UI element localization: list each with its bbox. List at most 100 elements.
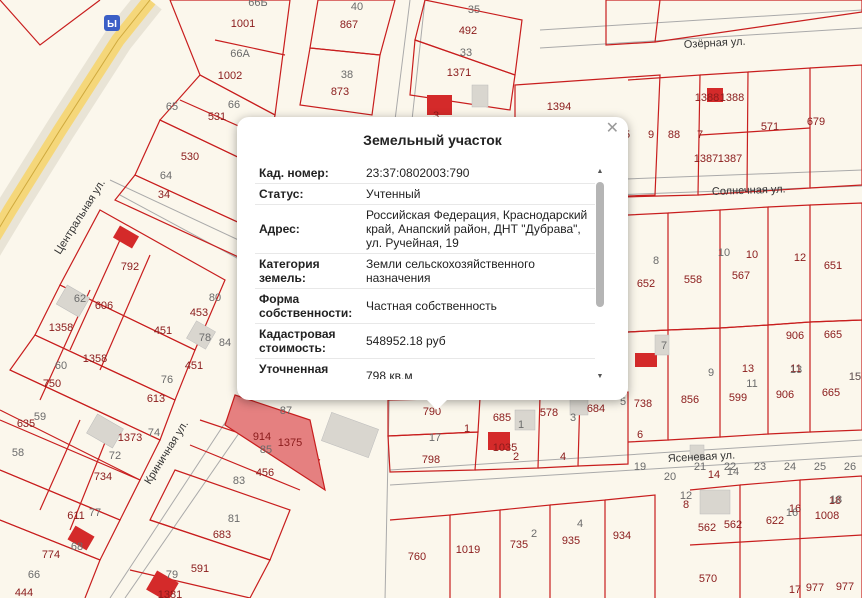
plot-number-label: 492 (459, 25, 477, 37)
plot-number-label: 10 (746, 249, 758, 261)
house-number-label: 62 (74, 293, 86, 305)
plot-number-label: 635 (17, 418, 35, 430)
plot-number-label: 1008 (815, 510, 839, 522)
plot-number-label: 1373 (118, 432, 142, 444)
house-number-label: 2 (531, 528, 537, 540)
info-key: Уточненная площадь: (259, 362, 329, 379)
plot-number-label: 914 (253, 431, 271, 443)
house-number-label: 81 (228, 513, 240, 525)
info-row-land-category: Категория земель: Земли сельскохозяйстве… (255, 254, 595, 289)
parcel-info-popup: ✕ Земельный участок Кад. номер: 23:37:08… (237, 117, 628, 410)
plot-number-label: 798 (422, 454, 440, 466)
plot-number-label: 774 (42, 549, 60, 561)
plot-number-label: 613 (147, 393, 165, 405)
house-number-label: 58 (12, 447, 24, 459)
plot-number-label: 1371 (447, 67, 471, 79)
plot-number-label: 451 (154, 325, 172, 337)
house-number-label: 74 (148, 427, 160, 439)
plot-number-label: 1358 (49, 322, 73, 334)
info-row-cadastral-value: Кадастровая стоимость: 548952.18 руб (255, 324, 595, 359)
plot-number-label: 1019 (456, 544, 480, 556)
plot-number-label: 977 (806, 582, 824, 594)
plot-number-label: 684 (587, 403, 605, 415)
house-number-label: 66 (228, 99, 240, 111)
svg-text:Ы: Ы (107, 19, 117, 30)
popup-scrollbar[interactable]: ▲ ▼ (596, 168, 604, 381)
plot-number-label: 562 (698, 522, 716, 534)
house-number-label: 33 (460, 47, 472, 59)
bus-stop-icon[interactable]: Ы (104, 15, 120, 31)
plot-number-label: 34 (158, 189, 170, 201)
house-number-label: 40 (351, 1, 363, 13)
house-number-label: 79 (166, 569, 178, 581)
house-number-label: 3 (570, 412, 576, 424)
info-key: Кадастровая стоимость: (259, 327, 336, 355)
plot-number-label: 652 (637, 278, 655, 290)
plot-number-label: 606 (95, 300, 113, 312)
scroll-down-icon[interactable]: ▼ (596, 373, 604, 381)
scroll-up-icon[interactable]: ▲ (596, 168, 604, 176)
plot-number-label: 562 (724, 519, 742, 531)
house-number-label: 60 (55, 360, 67, 372)
house-number-label: 66 (28, 569, 40, 581)
plot-number-label: 456 (256, 467, 274, 479)
info-value: 548952.18 руб (366, 334, 446, 348)
plot-number-label: 9 (648, 129, 654, 141)
house-number-label: 9 (708, 367, 714, 379)
plot-number-label: 578 (540, 407, 558, 419)
house-number-label: 15 (849, 371, 861, 383)
plot-number-label: 444 (15, 587, 33, 598)
scroll-thumb[interactable] (596, 182, 604, 307)
plot-number-label: 679 (807, 116, 825, 128)
house-number-label: 66Б (248, 0, 267, 9)
info-key: Форма собственности: (259, 292, 353, 320)
plot-number-label: 1 (464, 423, 470, 435)
plot-number-label: 6 (637, 429, 643, 441)
plot-number-label: 531 (208, 111, 226, 123)
house-number-label: 78 (199, 332, 211, 344)
plot-number-label: 1375 (278, 437, 302, 449)
plot-number-label: 792 (121, 261, 139, 273)
house-number-label: 59 (34, 411, 46, 423)
house-number-label: 24 (784, 461, 796, 473)
plot-number-label: 451 (185, 360, 203, 372)
house-number-label: 18 (830, 494, 842, 506)
info-value: 798 кв.м (366, 369, 413, 379)
plot-number-label: 88 (668, 129, 680, 141)
plot-number-label: 856 (681, 394, 699, 406)
plot-number-label: 738 (634, 398, 652, 410)
plot-number-label: 867 (340, 19, 358, 31)
plot-number-label: 934 (613, 530, 631, 542)
plot-number-label: 14 (708, 469, 720, 481)
plot-number-label: 685 (493, 412, 511, 424)
house-number-label: 83 (233, 475, 245, 487)
house-number-label: 66А (230, 48, 250, 60)
plot-number-label: 906 (786, 330, 804, 342)
house-number-label: 21 (694, 461, 706, 473)
plot-number-label: 570 (699, 573, 717, 585)
plot-number-label: 760 (408, 551, 426, 563)
house-number-label: 85 (260, 444, 272, 456)
house-number-label: 7 (661, 340, 667, 352)
house-number-label: 76 (161, 374, 173, 386)
plot-number-label: 611 (67, 510, 85, 522)
info-row-area: Уточненная площадь: 798 кв.м (255, 359, 595, 379)
house-number-label: 87 (280, 405, 292, 417)
plot-number-label: 13 (742, 363, 754, 375)
plot-number-label: 1388 (720, 92, 744, 104)
info-row-cadastral-number: Кад. номер: 23:37:0802003:790 (255, 163, 595, 184)
house-number-label: 65 (166, 101, 178, 113)
plot-number-label: 558 (684, 274, 702, 286)
popup-info-table: Кад. номер: 23:37:0802003:790 Статус: Уч… (255, 163, 595, 379)
plot-number-label: 1002 (218, 70, 242, 82)
plot-number-label: 599 (729, 392, 747, 404)
info-row-status: Статус: Учтенный (255, 184, 595, 205)
info-value: Российская Федерация, Краснодарский край… (366, 208, 588, 250)
house-number-label: 19 (634, 461, 646, 473)
house-number-label: 84 (219, 337, 231, 349)
house-number-label: 72 (109, 450, 121, 462)
info-value: Учтенный (366, 187, 421, 201)
info-value: 23:37:0802003:790 (366, 166, 470, 180)
house-number-label: 35 (468, 4, 480, 16)
plot-number-label: 12 (794, 252, 806, 264)
